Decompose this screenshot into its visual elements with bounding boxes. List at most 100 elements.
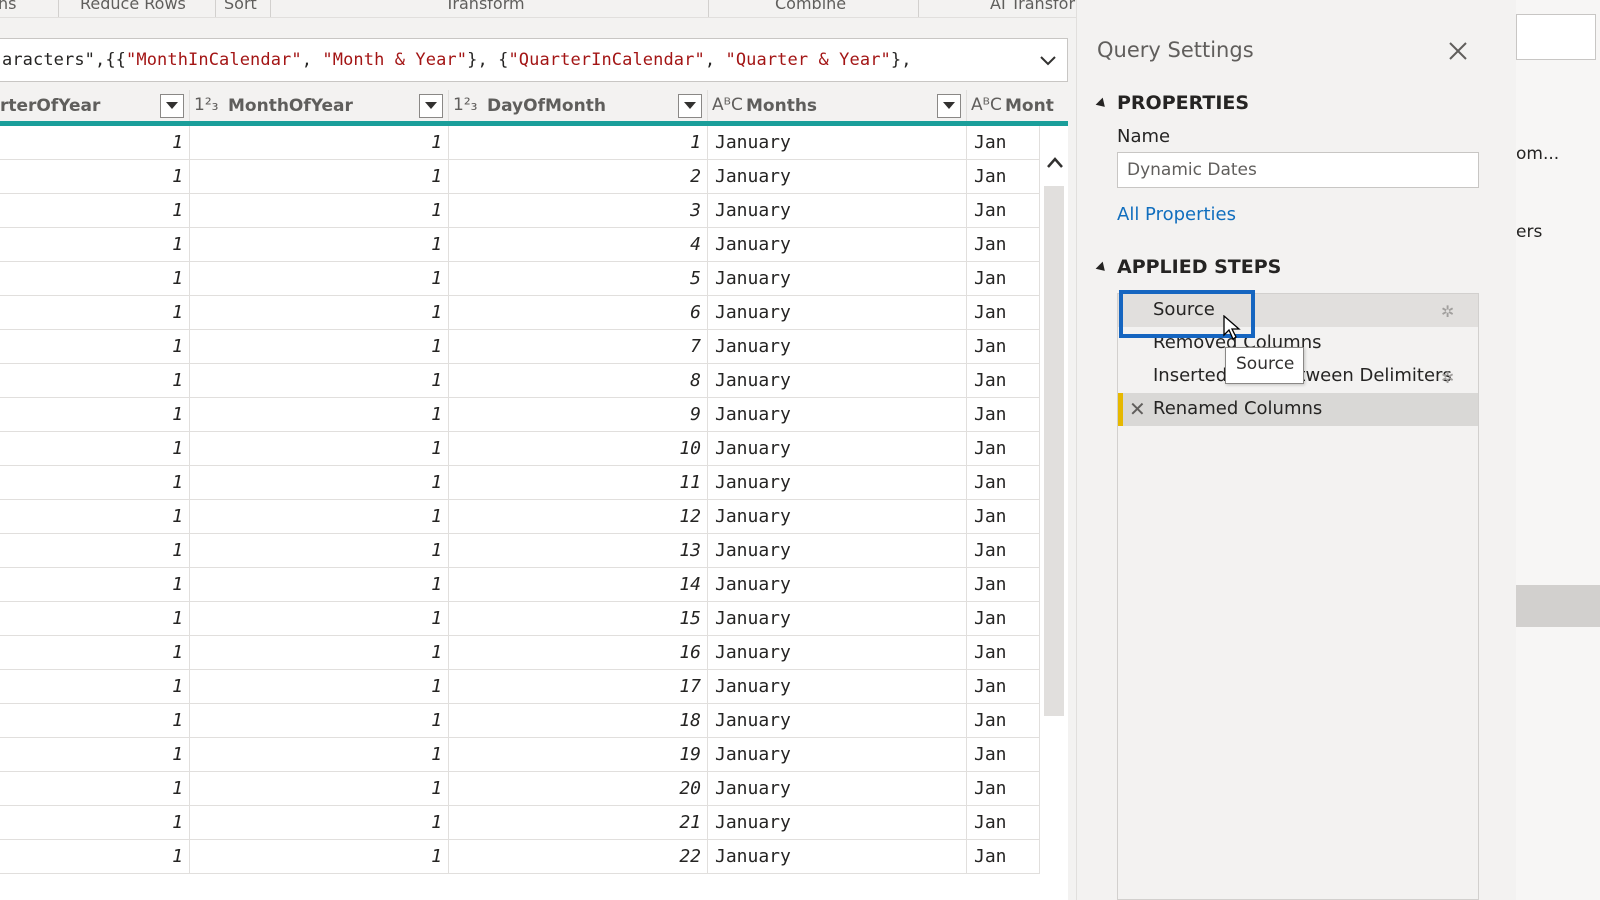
collapse-triangle-icon[interactable] xyxy=(1095,97,1109,110)
cell-months[interactable]: January xyxy=(708,194,967,228)
cell-month-short[interactable]: Jan xyxy=(967,840,1040,874)
column-header-month-short[interactable]: AᴮC Mont xyxy=(967,90,1068,121)
cell-monthofyear[interactable]: 1 xyxy=(190,126,449,160)
cell-quarterofyear[interactable]: 1 xyxy=(0,432,190,466)
cell-month-short[interactable]: Jan xyxy=(967,738,1040,772)
cell-month-short[interactable]: Jan xyxy=(967,466,1040,500)
cell-monthofyear[interactable]: 1 xyxy=(190,704,449,738)
cell-month-short[interactable]: Jan xyxy=(967,330,1040,364)
column-header-monthofyear[interactable]: 1²₃ MonthOfYear xyxy=(190,90,449,121)
gear-icon[interactable]: ✲ xyxy=(1441,302,1454,321)
table-row[interactable]: 1 1 18 January Jan xyxy=(0,704,1040,738)
cell-months[interactable]: January xyxy=(708,126,967,160)
cell-monthofyear[interactable]: 1 xyxy=(190,636,449,670)
cell-month-short[interactable]: Jan xyxy=(967,126,1040,160)
cell-quarterofyear[interactable]: 1 xyxy=(0,704,190,738)
formula-bar[interactable]: aracters",{{"MonthInCalendar", "Month & … xyxy=(0,38,1068,82)
cell-month-short[interactable]: Jan xyxy=(967,670,1040,704)
cell-months[interactable]: January xyxy=(708,602,967,636)
cell-monthofyear[interactable]: 1 xyxy=(190,262,449,296)
cell-months[interactable]: January xyxy=(708,568,967,602)
column-header-dayofmonth[interactable]: 1²₃ DayOfMonth xyxy=(449,90,708,121)
all-properties-link[interactable]: All Properties xyxy=(1117,204,1236,225)
table-row[interactable]: 1 1 1 January Jan xyxy=(0,126,1040,160)
cell-months[interactable]: January xyxy=(708,670,967,704)
cell-quarterofyear[interactable]: 1 xyxy=(0,330,190,364)
table-row[interactable]: 1 1 3 January Jan xyxy=(0,194,1040,228)
cell-quarterofyear[interactable]: 1 xyxy=(0,126,190,160)
column-filter-dropdown-icon[interactable] xyxy=(937,94,961,118)
cell-month-short[interactable]: Jan xyxy=(967,296,1040,330)
table-row[interactable]: 1 1 12 January Jan xyxy=(0,500,1040,534)
cell-quarterofyear[interactable]: 1 xyxy=(0,840,190,874)
column-header-quarterofyear[interactable]: rterOfYear xyxy=(0,90,190,121)
cell-dayofmonth[interactable]: 3 xyxy=(449,194,708,228)
table-row[interactable]: 1 1 2 January Jan xyxy=(0,160,1040,194)
cell-quarterofyear[interactable]: 1 xyxy=(0,534,190,568)
cell-dayofmonth[interactable]: 22 xyxy=(449,840,708,874)
cell-dayofmonth[interactable]: 21 xyxy=(449,806,708,840)
cell-monthofyear[interactable]: 1 xyxy=(190,602,449,636)
column-filter-dropdown-icon[interactable] xyxy=(678,94,702,118)
cell-quarterofyear[interactable]: 1 xyxy=(0,466,190,500)
cell-dayofmonth[interactable]: 17 xyxy=(449,670,708,704)
table-row[interactable]: 1 1 7 January Jan xyxy=(0,330,1040,364)
cell-dayofmonth[interactable]: 8 xyxy=(449,364,708,398)
cell-dayofmonth[interactable]: 12 xyxy=(449,500,708,534)
cell-quarterofyear[interactable]: 1 xyxy=(0,670,190,704)
cell-monthofyear[interactable]: 1 xyxy=(190,330,449,364)
table-row[interactable]: 1 1 20 January Jan xyxy=(0,772,1040,806)
cell-monthofyear[interactable]: 1 xyxy=(190,296,449,330)
text-type-icon[interactable]: AᴮC xyxy=(971,95,1002,115)
table-row[interactable]: 1 1 22 January Jan xyxy=(0,840,1040,874)
cell-month-short[interactable]: Jan xyxy=(967,364,1040,398)
applied-steps-section-header[interactable]: APPLIED STEPS xyxy=(1095,256,1281,278)
query-name-input[interactable] xyxy=(1117,152,1479,188)
cell-monthofyear[interactable]: 1 xyxy=(190,568,449,602)
cell-monthofyear[interactable]: 1 xyxy=(190,228,449,262)
cell-dayofmonth[interactable]: 15 xyxy=(449,602,708,636)
cell-quarterofyear[interactable]: 1 xyxy=(0,738,190,772)
whole-number-type-icon[interactable]: 1²₃ xyxy=(194,95,218,115)
cell-months[interactable]: January xyxy=(708,432,967,466)
column-filter-dropdown-icon[interactable] xyxy=(419,94,443,118)
cell-monthofyear[interactable]: 1 xyxy=(190,160,449,194)
cell-month-short[interactable]: Jan xyxy=(967,636,1040,670)
cell-month-short[interactable]: Jan xyxy=(967,194,1040,228)
cell-quarterofyear[interactable]: 1 xyxy=(0,806,190,840)
cell-monthofyear[interactable]: 1 xyxy=(190,398,449,432)
collapse-triangle-icon[interactable] xyxy=(1095,261,1109,274)
cell-month-short[interactable]: Jan xyxy=(967,398,1040,432)
cell-months[interactable]: January xyxy=(708,636,967,670)
whole-number-type-icon[interactable]: 1²₃ xyxy=(453,95,477,115)
cell-dayofmonth[interactable]: 18 xyxy=(449,704,708,738)
cell-monthofyear[interactable]: 1 xyxy=(190,364,449,398)
column-filter-dropdown-icon[interactable] xyxy=(160,94,184,118)
cell-dayofmonth[interactable]: 2 xyxy=(449,160,708,194)
cell-dayofmonth[interactable]: 7 xyxy=(449,330,708,364)
cell-months[interactable]: January xyxy=(708,704,967,738)
table-row[interactable]: 1 1 15 January Jan xyxy=(0,602,1040,636)
cell-months[interactable]: January xyxy=(708,466,967,500)
cell-monthofyear[interactable]: 1 xyxy=(190,466,449,500)
cell-quarterofyear[interactable]: 1 xyxy=(0,228,190,262)
cell-quarterofyear[interactable]: 1 xyxy=(0,636,190,670)
cell-month-short[interactable]: Jan xyxy=(967,806,1040,840)
cell-quarterofyear[interactable]: 1 xyxy=(0,568,190,602)
cell-monthofyear[interactable]: 1 xyxy=(190,806,449,840)
cell-months[interactable]: January xyxy=(708,534,967,568)
cell-quarterofyear[interactable]: 1 xyxy=(0,262,190,296)
cell-months[interactable]: January xyxy=(708,228,967,262)
cell-dayofmonth[interactable]: 4 xyxy=(449,228,708,262)
cell-monthofyear[interactable]: 1 xyxy=(190,670,449,704)
cell-dayofmonth[interactable]: 13 xyxy=(449,534,708,568)
step-renamed-columns[interactable]: ✕ Renamed Columns xyxy=(1118,393,1478,426)
cell-dayofmonth[interactable]: 10 xyxy=(449,432,708,466)
table-row[interactable]: 1 1 9 January Jan xyxy=(0,398,1040,432)
cell-quarterofyear[interactable]: 1 xyxy=(0,602,190,636)
cell-monthofyear[interactable]: 1 xyxy=(190,534,449,568)
table-row[interactable]: 1 1 8 January Jan xyxy=(0,364,1040,398)
cell-months[interactable]: January xyxy=(708,840,967,874)
table-row[interactable]: 1 1 10 January Jan xyxy=(0,432,1040,466)
delete-step-x-icon[interactable]: ✕ xyxy=(1129,397,1146,421)
